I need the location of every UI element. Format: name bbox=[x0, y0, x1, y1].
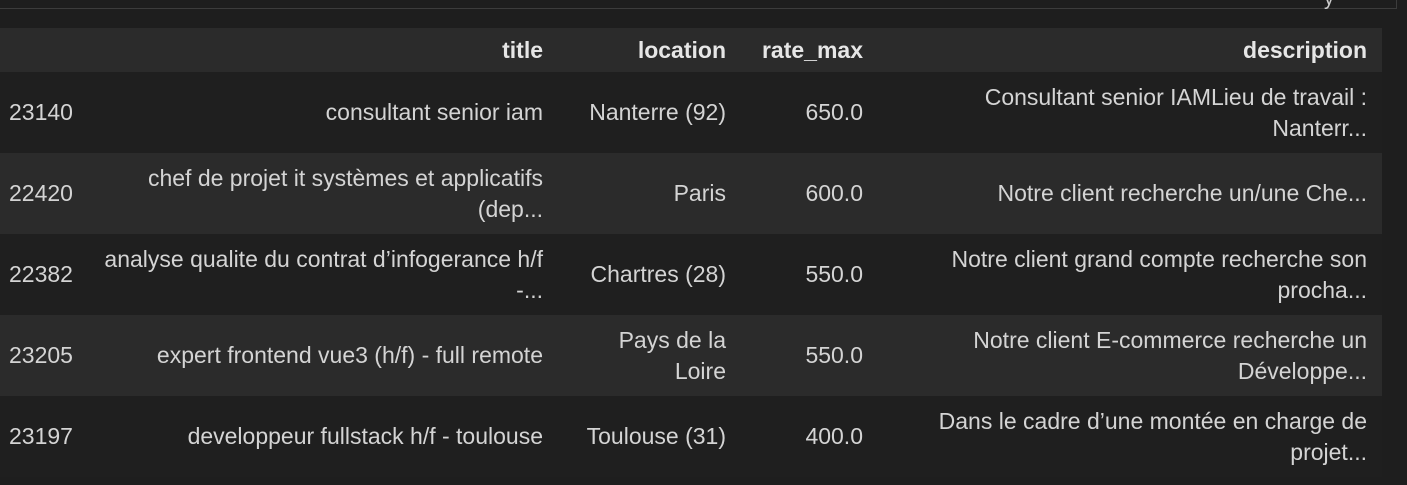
table-row: 22420 chef de projet it systèmes et appl… bbox=[0, 153, 1382, 234]
header-index bbox=[0, 28, 92, 72]
cell-title: expert frontend vue3 (h/f) - full remote bbox=[156, 342, 543, 368]
cell-description: Notre client grand compte recherche son … bbox=[951, 245, 1368, 303]
dataframe-output: title location rate_max description 2314… bbox=[0, 28, 1382, 477]
row-index: 22382 bbox=[9, 261, 73, 287]
table-row: 23140 consultant senior iam Nanterre (92… bbox=[0, 72, 1382, 153]
header-rate-max: rate_max bbox=[761, 36, 863, 63]
cell-title: consultant senior iam bbox=[325, 99, 543, 125]
cell-rate-max: 650.0 bbox=[805, 99, 863, 125]
cell-rate-max: 400.0 bbox=[805, 423, 863, 449]
cell-description: Dans le cadre d’une montée en charge de … bbox=[938, 407, 1367, 465]
cell-location: Nanterre (92) bbox=[589, 99, 726, 125]
row-index: 23140 bbox=[9, 99, 73, 125]
table-row: 23205 expert frontend vue3 (h/f) - full … bbox=[0, 315, 1382, 396]
row-index: 23205 bbox=[9, 342, 73, 368]
cell-rate-max: 550.0 bbox=[805, 342, 863, 368]
table-row: 23197 developpeur fullstack h/f - toulou… bbox=[0, 396, 1382, 477]
cell-location: Toulouse (31) bbox=[586, 423, 726, 449]
row-index: 23197 bbox=[9, 423, 73, 449]
table-header: title location rate_max description bbox=[0, 28, 1382, 72]
cell-rate-max: 600.0 bbox=[805, 180, 863, 206]
table-body: 23140 consultant senior iam Nanterre (92… bbox=[0, 72, 1382, 477]
cell-location: Chartres (28) bbox=[590, 261, 726, 287]
cell-description: Notre client E-commerce recherche un Dév… bbox=[973, 326, 1367, 384]
header-location: location bbox=[637, 36, 726, 63]
table-row: 22382 analyse qualite du contrat d’infog… bbox=[0, 234, 1382, 315]
header-description: description bbox=[1243, 36, 1367, 63]
header-row: title location rate_max description bbox=[0, 28, 1382, 72]
cell-location: Pays de la Loire bbox=[618, 326, 726, 384]
dataframe-table: title location rate_max description 2314… bbox=[0, 28, 1382, 477]
row-index: 22420 bbox=[9, 180, 73, 206]
cell-title: chef de projet it systèmes et applicatif… bbox=[147, 164, 543, 222]
cell-description: Notre client recherche un/une Che... bbox=[997, 180, 1367, 206]
cell-location: Paris bbox=[673, 180, 726, 206]
cell-rate-max: 550.0 bbox=[805, 261, 863, 287]
cell-title: analyse qualite du contrat d’infogerance… bbox=[104, 245, 543, 303]
cell-title: developpeur fullstack h/f - toulouse bbox=[187, 423, 543, 449]
truncated-output-glyph: y bbox=[1324, 0, 1334, 11]
cell-description: Consultant senior IAMLieu de travail : N… bbox=[984, 83, 1367, 141]
header-title: title bbox=[502, 36, 543, 63]
output-cell-top-border: y bbox=[0, 0, 1397, 11]
